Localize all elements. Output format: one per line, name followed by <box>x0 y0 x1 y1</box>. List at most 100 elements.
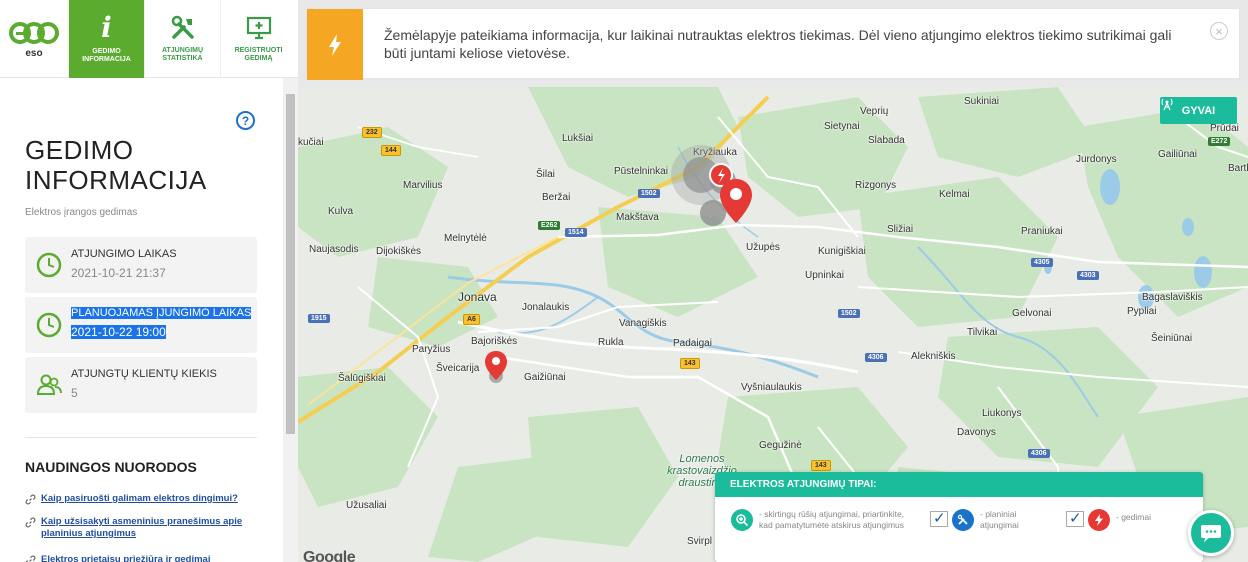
lightning-icon <box>1088 509 1110 531</box>
map-label: Dijokiškės <box>376 246 422 257</box>
link-icon <box>25 494 36 505</box>
live-button[interactable]: GYVAI <box>1160 97 1237 124</box>
map-label: Rizgonys <box>855 180 897 191</box>
sidebar-scrollbar[interactable] <box>283 78 298 562</box>
tools-icon <box>952 509 974 531</box>
outage-types-legend: ELEKTROS ATJUNGIMŲ TIPAI: - skirtingų rū… <box>715 472 1203 562</box>
map-label: Kelmai <box>939 189 970 200</box>
map-label: Jonava <box>458 290 497 304</box>
road-shield: E272 <box>1208 137 1231 146</box>
road-shield: 4306 <box>1028 449 1050 458</box>
road-shield: A6 <box>463 314 480 325</box>
legend-item-planned[interactable]: - planiniai atjungimai <box>930 509 1040 531</box>
lightning-icon <box>329 33 341 56</box>
map-label: Pūstelninkai <box>614 166 668 177</box>
scrollbar-thumb[interactable] <box>286 94 295 434</box>
map-label: Sietynai <box>824 121 860 132</box>
map-label: Gelvonai <box>1012 308 1052 319</box>
map-label: Jurdonys <box>1076 154 1117 165</box>
card-outage-time: ATJUNGIMO LAIKAS 2021-10-21 21:37 <box>25 237 257 293</box>
map-label: Kulva <box>328 206 354 217</box>
legend-text: - skirtingų rūšių atjungimai, priartinki… <box>759 509 905 530</box>
map-label: Davonys <box>957 427 996 438</box>
chat-button[interactable] <box>1188 510 1234 556</box>
tab-label: Gedimo informacija <box>82 48 131 63</box>
link-text: Kaip užsisakyti asmeninius pranešimus ap… <box>41 516 243 539</box>
map-label: Šeiniūnai <box>1151 333 1193 344</box>
map-label: Paryžius <box>412 344 451 355</box>
banner-message: Žemėlapyje pateikiama informacija, kur l… <box>384 27 1172 61</box>
map-label: kučiai <box>298 137 324 148</box>
map-label: Upninkai <box>805 270 844 281</box>
card-label: ATJUNGTŲ KLIENTŲ KIEKIS <box>71 368 217 380</box>
tab-atjungimu-statistika[interactable]: Atjungimų statistika <box>144 0 220 78</box>
divider <box>25 437 257 438</box>
map-label: Praniukai <box>1021 226 1063 237</box>
link-text: Kaip pasiruošti galimam elektros dingimu… <box>41 493 238 504</box>
tab-label: Registruoti gedimą <box>234 47 283 62</box>
legend-item-mixed: - skirtingų rūšių atjungimai, priartinki… <box>731 509 919 531</box>
map-label: Pypliai <box>1127 306 1157 317</box>
map-label: Šveicarija <box>436 363 480 374</box>
map-label: Alekniškis <box>911 351 956 362</box>
card-label: ATJUNGIMO LAIKAS <box>71 248 177 260</box>
card-value: 5 <box>71 386 78 400</box>
map-label: Sukiniai <box>964 96 1000 107</box>
link-icon <box>25 555 36 562</box>
zoom-in-icon <box>731 509 753 531</box>
road-shield: 4305 <box>1031 258 1053 267</box>
map-label: Tilvikai <box>967 327 998 338</box>
map-label: Lukšiai <box>562 133 594 144</box>
road-shield: 1915 <box>308 314 330 323</box>
banner-accent <box>307 9 363 80</box>
map-label: Veprių <box>860 106 889 117</box>
link-text: Elektros prietaisų priežiūra ir gedimai <box>41 554 211 562</box>
map-label: Svirpl <box>687 536 713 547</box>
map-label: Užupės <box>746 242 780 253</box>
road-shield: 1502 <box>638 189 660 198</box>
tab-gedimo-informacija[interactable]: i Gedimo informacija <box>68 0 144 78</box>
help-icon[interactable]: ? <box>236 111 255 130</box>
map-label: Bagaslaviškis <box>1142 292 1203 303</box>
close-icon[interactable]: × <box>1210 22 1228 40</box>
tab-registruoti-gedima[interactable]: Registruoti gedimą <box>220 0 296 78</box>
road-shield: 232 <box>362 127 382 138</box>
link-icon <box>25 517 36 528</box>
card-label: PLANUOJAMAS ĮJUNGIMO LAIKAS <box>71 307 252 319</box>
top-navigation: eso i Gedimo informacija Atjungimų stati… <box>0 0 298 78</box>
map-label: Prūdai <box>1210 123 1239 134</box>
info-banner: Žemėlapyje pateikiama informacija, kur l… <box>306 8 1240 80</box>
links-title: NAUDINGOS NUORODOS <box>25 459 197 475</box>
page-title: GEDIMO INFORMACIJA <box>25 135 207 195</box>
road-shield: E262 <box>538 221 561 230</box>
legend-item-faults[interactable]: - gedimai <box>1066 509 1176 531</box>
link-subscribe-notifications[interactable]: Kaip užsisakyti asmeninius pranešimus ap… <box>25 516 265 540</box>
faults-checkbox[interactable] <box>1066 509 1084 527</box>
page-subtitle: Elektros įrangos gedimas <box>25 207 138 218</box>
info-icon: i <box>101 11 112 44</box>
eso-logo-mark <box>9 21 59 44</box>
map-label: Užusaliai <box>346 500 387 511</box>
card-value: 2021-10-22 19:00 <box>71 325 166 339</box>
map-label: Naujasodis <box>309 244 359 255</box>
map-label: Padaigai <box>673 338 712 349</box>
map-pin-marker[interactable] <box>484 350 508 384</box>
live-label: GYVAI <box>1181 104 1216 117</box>
logo-text: eso <box>25 47 43 59</box>
google-logo: Google <box>303 549 356 562</box>
card-planned-restore-time: PLANUOJAMAS ĮJUNGIMO LAIKAS 2021-10-22 1… <box>25 297 257 353</box>
map-pin-marker[interactable] <box>718 177 754 227</box>
planned-checkbox[interactable] <box>930 509 948 527</box>
map-label: Gaižiūnai <box>524 372 566 383</box>
eso-logo[interactable]: eso <box>0 0 68 78</box>
link-appliance-care[interactable]: Elektros prietaisų priežiūra ir gedimai <box>25 554 265 562</box>
map-label: Makštava <box>616 212 659 223</box>
road-shield: 4306 <box>865 353 887 362</box>
road-shield: 1514 <box>565 228 587 237</box>
map-label: Vyšniaulaukis <box>741 382 802 393</box>
map-label: Šilai <box>536 169 555 180</box>
tools-icon <box>171 15 194 39</box>
road-shield: 143 <box>680 358 700 369</box>
link-prepare-outage[interactable]: Kaip pasiruošti galimam elektros dingimu… <box>25 493 265 505</box>
road-shield: 1502 <box>838 309 860 318</box>
